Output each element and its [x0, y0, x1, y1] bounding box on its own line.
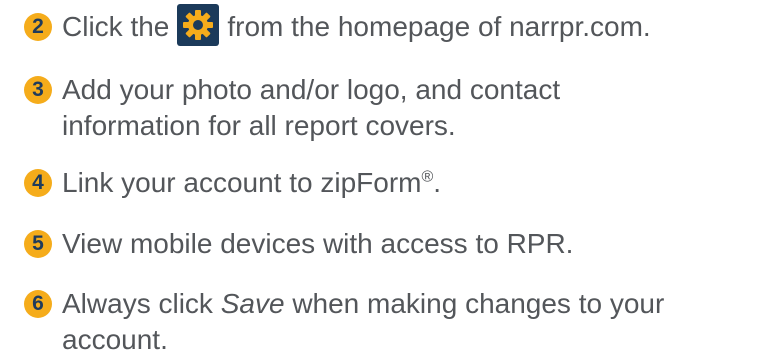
step-text-line-1: Add your photo and/or logo, and contact — [62, 74, 561, 105]
step-number-badge: 6 — [24, 290, 52, 318]
step-4: 4 Link your account to zipForm®. — [24, 165, 441, 201]
step-text: View mobile devices with access to RPR. — [62, 228, 574, 259]
save-emphasis: Save — [220, 288, 285, 319]
step-number-badge: 2 — [24, 13, 52, 41]
step-number-badge: 4 — [24, 169, 52, 197]
gear-icon — [177, 3, 220, 46]
step-text: Click the from the homepage of narrpr.co… — [62, 3, 651, 46]
step-2: 2 Click the from the homepage of narrpr.… — [24, 3, 651, 46]
step-text-line-1: Always click Save when making changes to… — [62, 286, 664, 322]
step-text-after-em: when making changes to your — [292, 288, 665, 319]
step-text-after-icon: from the homepage of narrpr.com. — [227, 11, 651, 42]
step-text-end: . — [433, 167, 442, 198]
step-text: Always click Save when making changes to… — [62, 286, 664, 358]
step-text-before-em: Always click — [62, 288, 213, 319]
step-3: 3 Add your photo and/or logo, and contac… — [24, 72, 560, 144]
registered-mark: ® — [421, 168, 434, 186]
step-number-badge: 3 — [24, 76, 52, 104]
step-6: 6 Always click Save when making changes … — [24, 286, 664, 358]
step-number-badge: 5 — [24, 230, 52, 258]
step-text-before-icon: Click the — [62, 11, 170, 42]
step-text: Add your photo and/or logo, and contact … — [62, 72, 560, 144]
step-text: Link your account to zipForm®. — [62, 165, 441, 201]
step-text-main: Link your account to zipForm — [62, 167, 422, 198]
step-5: 5 View mobile devices with access to RPR… — [24, 226, 573, 262]
step-text-line-2: information for all report covers. — [62, 110, 456, 141]
